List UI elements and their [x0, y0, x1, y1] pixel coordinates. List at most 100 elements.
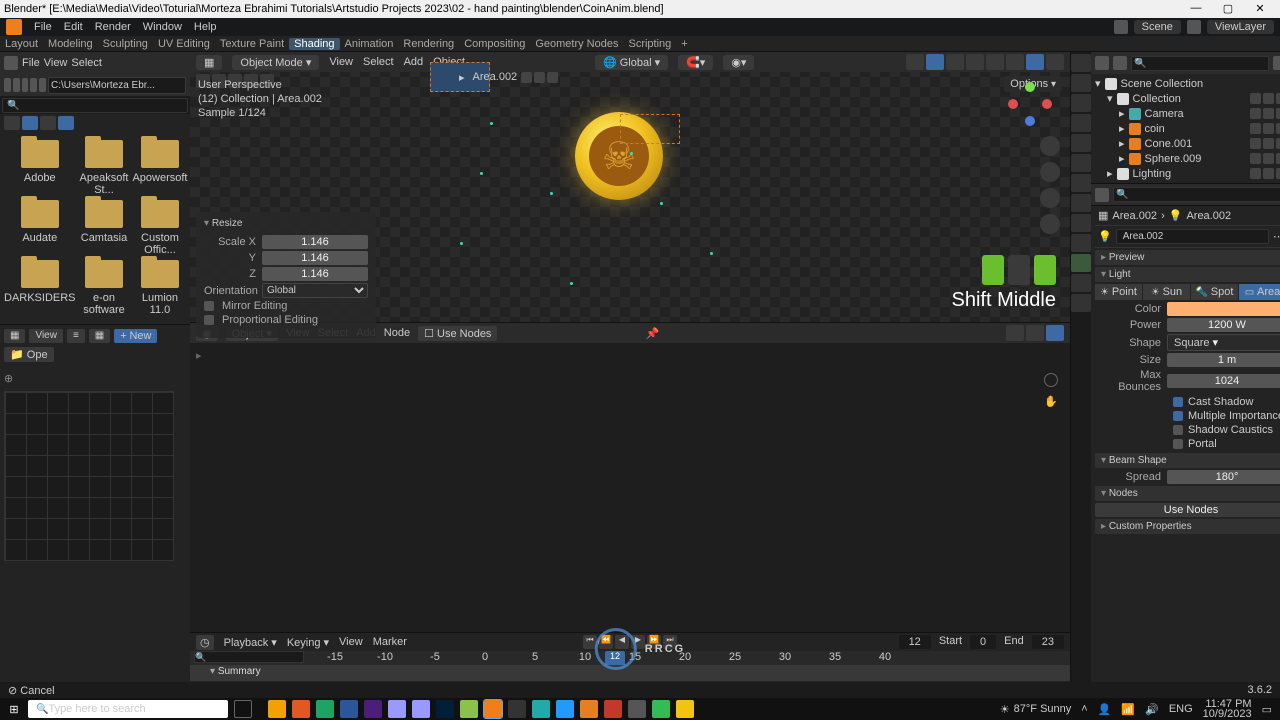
- tab-output-icon[interactable]: [1071, 74, 1091, 92]
- tray-wifi-icon[interactable]: 📶: [1121, 703, 1135, 716]
- editor-type-icon[interactable]: [4, 56, 18, 70]
- outliner-item[interactable]: Lighting: [1133, 168, 1172, 180]
- props-editor-icon[interactable]: [1095, 188, 1109, 202]
- app-settings-icon[interactable]: [268, 700, 286, 718]
- outliner-item[interactable]: Camera: [1145, 108, 1184, 120]
- app-blender-icon[interactable]: [484, 700, 502, 718]
- tl-view[interactable]: View: [339, 636, 363, 648]
- tab-world-icon[interactable]: [1071, 134, 1091, 152]
- zoom-icon[interactable]: [1040, 136, 1060, 156]
- tl-playback[interactable]: Playback ▾: [224, 636, 277, 649]
- tray-notifications-icon[interactable]: ▭: [1262, 703, 1272, 716]
- file-search-input[interactable]: [2, 98, 188, 113]
- end-frame[interactable]: 23: [1032, 635, 1064, 649]
- backdrop-icon[interactable]: [1046, 325, 1064, 341]
- tab-sculpting[interactable]: Sculpting: [98, 38, 153, 50]
- outliner-item[interactable]: Sphere.009: [1145, 153, 1202, 165]
- caustics-check[interactable]: [1173, 425, 1183, 435]
- img-new-btn[interactable]: + New: [114, 329, 157, 343]
- start-frame[interactable]: 0: [970, 635, 996, 649]
- tab-modeling[interactable]: Modeling: [43, 38, 98, 50]
- tl-marker[interactable]: Marker: [373, 636, 407, 648]
- outliner-item[interactable]: Area.002: [473, 71, 518, 83]
- tab-modifier-icon[interactable]: [1071, 174, 1091, 192]
- folder-item[interactable]: Lumion 11.0: [132, 260, 187, 316]
- tab-scene-icon[interactable]: [1071, 114, 1091, 132]
- menu-help[interactable]: Help: [188, 21, 223, 33]
- forward-icon[interactable]: [13, 78, 20, 92]
- folder-item[interactable]: Custom Offic...: [132, 200, 187, 256]
- shader-node-area[interactable]: ▸ ✋: [190, 343, 1070, 632]
- cast-shadow-check[interactable]: [1173, 397, 1183, 407]
- path-input[interactable]: [48, 77, 186, 94]
- outliner-collection[interactable]: Collection: [1133, 93, 1181, 105]
- folder-item[interactable]: Apeaksoft St...: [80, 140, 129, 196]
- sec-light[interactable]: Light: [1095, 267, 1280, 282]
- drawer-toggle[interactable]: ▸: [196, 349, 202, 362]
- minimize-button[interactable]: —: [1184, 2, 1208, 16]
- proportional-check[interactable]: Proportional Editing: [204, 314, 324, 326]
- img-editor-icon[interactable]: ▦: [4, 329, 25, 343]
- app-word-icon[interactable]: [340, 700, 358, 718]
- scene-selector[interactable]: Scene: [1134, 20, 1181, 34]
- zoom-shader-icon[interactable]: [1044, 373, 1058, 387]
- datablock-name[interactable]: Area.002: [1116, 229, 1269, 244]
- tab-add[interactable]: +: [676, 38, 692, 50]
- newfolder-icon[interactable]: [39, 78, 46, 92]
- shade-wire-icon[interactable]: [966, 54, 984, 70]
- weather-widget[interactable]: ☀87°F Sunny: [1000, 703, 1071, 716]
- app-generic3-icon[interactable]: [580, 700, 598, 718]
- tab-material-icon[interactable]: [1071, 274, 1091, 292]
- viewlayer-selector[interactable]: ViewLayer: [1207, 20, 1274, 34]
- display-list-icon[interactable]: [4, 116, 20, 130]
- fb-menu-file[interactable]: File: [22, 57, 40, 69]
- tray-lang[interactable]: ENG: [1169, 703, 1193, 715]
- camera-view-icon[interactable]: [1040, 188, 1060, 208]
- multimp-check[interactable]: [1173, 411, 1183, 421]
- mode-selector[interactable]: Object Mode ▾: [232, 55, 319, 70]
- use-nodes-button[interactable]: Use Nodes: [1095, 503, 1280, 517]
- tray-volume-icon[interactable]: 🔊: [1145, 703, 1159, 716]
- vp-menu-add[interactable]: Add: [404, 56, 424, 68]
- pan-shader-icon[interactable]: ✋: [1044, 395, 1058, 408]
- tray-clock[interactable]: 11:47 PM10/9/2023: [1203, 699, 1252, 719]
- sec-custom[interactable]: Custom Properties: [1095, 519, 1280, 534]
- app-generic4-icon[interactable]: [604, 700, 622, 718]
- filter-icon[interactable]: [58, 116, 74, 130]
- scaley-value[interactable]: 1.146: [262, 251, 368, 265]
- tab-compositing[interactable]: Compositing: [459, 38, 530, 50]
- last-op-panel[interactable]: Resize Scale X1.146 Y1.146 Z1.146 Orient…: [196, 212, 376, 338]
- tab-particle-icon[interactable]: [1071, 194, 1091, 212]
- power-value[interactable]: 1200 W: [1167, 318, 1280, 332]
- orientation-select[interactable]: Global: [262, 283, 368, 298]
- img-menu-view[interactable]: View: [29, 329, 63, 343]
- outliner-filter-btn[interactable]: [1273, 56, 1280, 70]
- proportional-toggle[interactable]: ◉▾: [723, 55, 754, 70]
- gizmo-icon[interactable]: [906, 54, 924, 70]
- datablock-users-icon[interactable]: ⋯: [1273, 230, 1280, 243]
- app-photoshop-icon[interactable]: [436, 700, 454, 718]
- folder-item[interactable]: Camtasia: [80, 200, 129, 256]
- app-telegram-icon[interactable]: [556, 700, 574, 718]
- app-generic2-icon[interactable]: [532, 700, 550, 718]
- outliner-search[interactable]: [1131, 56, 1269, 71]
- use-nodes-toggle[interactable]: ☐ Use Nodes: [418, 326, 497, 341]
- tab-viewlayer-icon[interactable]: [1071, 94, 1091, 112]
- tab-animation[interactable]: Animation: [340, 38, 399, 50]
- tab-physics-icon[interactable]: [1071, 214, 1091, 232]
- back-icon[interactable]: [4, 78, 11, 92]
- tab-uvediting[interactable]: UV Editing: [153, 38, 215, 50]
- vp-menu-select[interactable]: Select: [363, 56, 394, 68]
- persp-ortho-icon[interactable]: [1040, 214, 1060, 234]
- timeline-search[interactable]: [194, 651, 304, 663]
- xray-icon[interactable]: [946, 54, 964, 70]
- crumb-data[interactable]: Area.002: [1186, 210, 1231, 222]
- shape-value[interactable]: Square ▾: [1167, 334, 1280, 351]
- sec-preview[interactable]: Preview: [1095, 250, 1280, 265]
- app-generic-icon[interactable]: [460, 700, 478, 718]
- app-premiere-icon[interactable]: [388, 700, 406, 718]
- app-aftereffects-icon[interactable]: [412, 700, 430, 718]
- crumb-obj[interactable]: Area.002: [1112, 210, 1157, 222]
- menu-window[interactable]: Window: [137, 21, 188, 33]
- tab-data-icon[interactable]: [1071, 254, 1091, 272]
